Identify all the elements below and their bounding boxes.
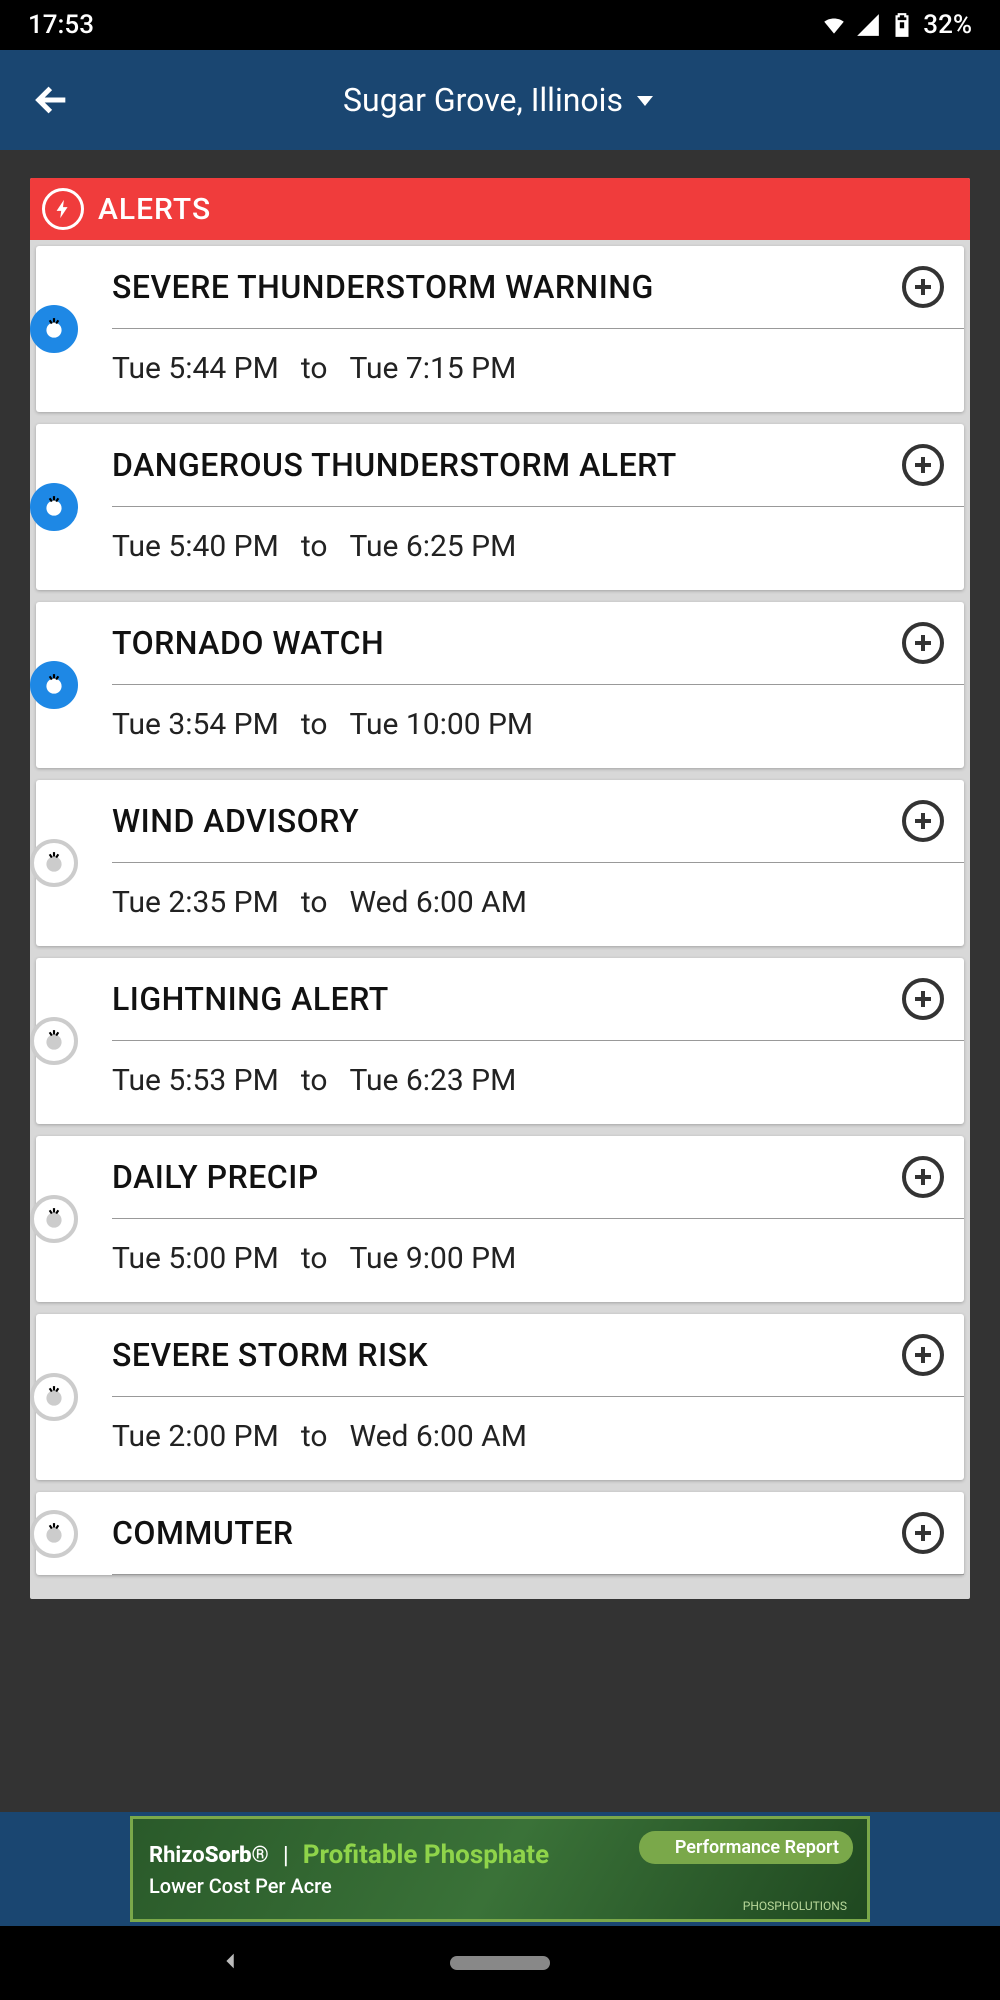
alert-from: Tue 5:53 PM [112,1063,279,1098]
footer: RhizoSorb® | Profitable Phosphate Lower … [0,1812,1000,2000]
location-label: Sugar Grove, Illinois [343,81,623,119]
plus-icon [911,1521,935,1545]
chevron-left-icon [220,1950,242,1972]
alert-to: Tue 6:25 PM [349,529,516,564]
alert-timerange: Tue 2:00 PM to Wed 6:00 AM [112,1397,964,1480]
plus-icon [911,631,935,655]
alert-from: Tue 5:00 PM [112,1241,279,1276]
location-selector[interactable]: Sugar Grove, Illinois [28,81,972,119]
ad-subtext: Lower Cost Per Acre [149,1874,851,1898]
alert-title: WIND ADVISORY [112,802,359,840]
alert-status-icon [30,1017,78,1065]
system-nav-bar [0,1926,1000,2000]
to-label: to [301,1419,328,1454]
ad-headline: Profitable Phosphate [303,1840,549,1870]
alert-to: Tue 10:00 PM [349,707,533,742]
wifi-icon [821,12,847,38]
to-label: to [301,1241,328,1276]
alerts-list[interactable]: SEVERE THUNDERSTORM WARNING Tue 5:44 PM to… [30,240,970,1599]
system-home-pill[interactable] [450,1956,550,1970]
alert-title: DAILY PRECIP [112,1158,319,1196]
ad-cta-button[interactable]: Performance Report [639,1831,853,1864]
alert-timerange: Tue 5:44 PM to Tue 7:15 PM [112,329,964,412]
alerts-panel: ALERTS SEVERE THUNDERSTORM WARNING Tue 5:… [30,178,970,1599]
alert-title: COMMUTER [112,1514,294,1552]
plus-icon [911,1165,935,1189]
alert-from: Tue 3:54 PM [112,707,279,742]
plus-icon [911,275,935,299]
expand-button[interactable] [902,622,944,664]
alert-card[interactable]: DAILY PRECIP Tue 5:00 PM to Tue 9:00 PM [36,1136,964,1302]
alerts-heading: ALERTS [98,192,211,227]
alert-status-icon [30,305,78,353]
plus-icon [911,809,935,833]
alert-title: LIGHTNING ALERT [112,980,389,1018]
alert-title: SEVERE THUNDERSTORM WARNING [112,268,654,306]
alert-to: Tue 7:15 PM [349,351,516,386]
alert-timerange: Tue 2:35 PM to Wed 6:00 AM [112,863,964,946]
alert-to: Wed 6:00 AM [349,1419,526,1454]
alert-from: Tue 2:35 PM [112,885,279,920]
alert-status-icon [30,661,78,709]
alert-card[interactable]: SEVERE THUNDERSTORM WARNING Tue 5:44 PM to… [36,246,964,412]
alert-status-icon [30,1373,78,1421]
alert-card[interactable]: LIGHTNING ALERT Tue 5:53 PM to Tue 6:23 PM [36,958,964,1124]
to-label: to [301,351,328,386]
status-bar: 17:53 32% [0,0,1000,50]
expand-button[interactable] [902,978,944,1020]
ad-banner[interactable]: RhizoSorb® | Profitable Phosphate Lower … [130,1816,870,1922]
expand-button[interactable] [902,266,944,308]
expand-button[interactable] [902,444,944,486]
alert-timerange: Tue 5:00 PM to Tue 9:00 PM [112,1219,964,1302]
alert-timerange: Tue 5:53 PM to Tue 6:23 PM [112,1041,964,1124]
alert-to: Tue 9:00 PM [349,1241,516,1276]
alert-card[interactable]: DANGEROUS THUNDERSTORM ALERT Tue 5:40 PM t… [36,424,964,590]
alert-card[interactable]: WIND ADVISORY Tue 2:35 PM to Wed 6:00 AM [36,780,964,946]
dropdown-icon [633,88,657,112]
alerts-header: ALERTS [30,178,970,240]
alert-timerange: Tue 5:40 PM to Tue 6:25 PM [112,507,964,590]
plus-icon [911,453,935,477]
expand-button[interactable] [902,1334,944,1376]
ad-brand: RhizoSorb® [149,1843,269,1868]
alert-to: Tue 6:23 PM [349,1063,516,1098]
alert-from: Tue 5:40 PM [112,529,279,564]
alert-bolt-icon [42,188,84,230]
alert-title: DANGEROUS THUNDERSTORM ALERT [112,446,677,484]
signal-icon [855,12,881,38]
alert-card[interactable]: COMMUTER [36,1492,964,1575]
to-label: to [301,1063,328,1098]
app-bar: Sugar Grove, Illinois [0,50,1000,150]
expand-button[interactable] [902,1512,944,1554]
alert-card[interactable]: TORNADO WATCH Tue 3:54 PM to Tue 10:00 PM [36,602,964,768]
alert-title: TORNADO WATCH [112,624,384,662]
status-time: 17:53 [28,10,94,40]
to-label: to [301,529,328,564]
alert-card[interactable]: SEVERE STORM RISK Tue 2:00 PM to Wed 6:00 A… [36,1314,964,1480]
alert-status-icon [30,1195,78,1243]
alert-from: Tue 2:00 PM [112,1419,279,1454]
alert-to: Wed 6:00 AM [349,885,526,920]
to-label: to [301,707,328,742]
expand-button[interactable] [902,1156,944,1198]
battery-percent: 32% [923,10,972,40]
alert-status-icon [30,1510,78,1558]
to-label: to [301,885,328,920]
alert-status-icon [30,483,78,531]
alert-title: SEVERE STORM RISK [112,1336,428,1374]
ad-tag: PHOSPHOLUTIONS [743,1899,847,1913]
plus-icon [911,987,935,1011]
plus-icon [911,1343,935,1367]
alert-status-icon [30,839,78,887]
main-content: ALERTS SEVERE THUNDERSTORM WARNING Tue 5:… [0,150,1000,1912]
system-back-button[interactable] [220,1950,242,1976]
alert-from: Tue 5:44 PM [112,351,279,386]
alert-timerange: Tue 3:54 PM to Tue 10:00 PM [112,685,964,768]
download-icon [653,1840,669,1856]
battery-icon [889,12,915,38]
ad-bar: RhizoSorb® | Profitable Phosphate Lower … [0,1812,1000,1926]
expand-button[interactable] [902,800,944,842]
status-icons: 32% [821,10,972,40]
